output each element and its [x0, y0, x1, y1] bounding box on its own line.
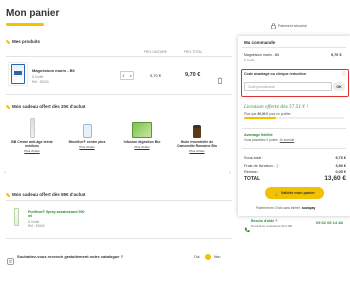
discount-row: Remise : 0,00 € — [244, 170, 346, 174]
product-image[interactable] — [8, 62, 28, 86]
secure-label: Paiement sécurisé — [278, 24, 307, 28]
fidelity-link[interactable]: Je cumule — [280, 138, 295, 142]
total-row: TOTAL 13,60 € — [244, 175, 346, 182]
gift59-image — [8, 206, 24, 228]
validate-cart-button[interactable]: 🔒 Valider mon panier — [265, 187, 324, 199]
gift-item[interactable]: Infusion digestion Bio Plus d'infos — [117, 114, 167, 149]
subtotal-row: Sous-total : 9,70 € — [244, 156, 346, 160]
quantity-select[interactable]: 1 ▾ — [120, 71, 134, 80]
unit-price: 9,70 € — [150, 73, 162, 78]
catalogue-icon — [7, 252, 14, 270]
gift-name: Micellive® centre plus — [68, 140, 106, 144]
lock-icon: 🔒 — [274, 191, 279, 196]
divider — [6, 238, 232, 239]
divider — [242, 128, 346, 129]
catalogue-no-label: Oui — [194, 255, 200, 259]
total-price: 9,70 € — [185, 72, 201, 78]
fidelity-title: Avantage fidélité — [244, 133, 273, 137]
product-ref: Réf : 33033 — [32, 80, 49, 84]
gift59-ref: Réf : 33065 — [28, 224, 45, 228]
help-title: Besoin d'aide ? — [251, 219, 278, 223]
shipping-row: Frais de livraison : ⓘ 3,90 € — [244, 164, 346, 168]
lock-icon — [271, 23, 276, 29]
gift-info-link[interactable]: Plus d'infos — [62, 145, 112, 149]
gift-image — [172, 114, 222, 138]
col-total-price: PRIX TOTAL — [184, 50, 203, 54]
order-line-sub: À l'unité — [244, 58, 255, 62]
shipping-progress-fill — [244, 117, 276, 119]
gift-item[interactable]: BB Crème anti-âge teinte médium Plus d'i… — [7, 114, 57, 153]
gift59-section-title: Mon cadeau offert dès 59€ d'achat — [6, 192, 85, 197]
help-sub: Du lundi au vendredi de 9h à 18h — [251, 224, 293, 228]
leaf-icon — [6, 104, 10, 109]
divider — [6, 56, 232, 57]
page-title: Mon panier — [6, 8, 60, 19]
product-sub: À l'unité — [32, 75, 44, 79]
gift-info-link[interactable]: Plus d'infos — [172, 149, 222, 153]
phone-icon — [244, 220, 250, 238]
free-shipping-sub: Plus que 39,00 € pour en profiter — [244, 112, 291, 116]
gift-image — [62, 114, 112, 138]
divider — [242, 47, 346, 48]
divider — [6, 94, 232, 95]
products-section-title: Mes produits — [6, 39, 40, 44]
free-shipping-message: Livraison offerte dès 57,51 € ! — [244, 104, 309, 109]
gift-item[interactable]: Micellive® centre plus Plus d'infos — [62, 114, 112, 149]
order-line-price: 9,70 € — [331, 53, 342, 57]
secure-payment: Paiement sécurisé — [271, 23, 307, 29]
scalapay-logo: scalapay — [301, 206, 316, 210]
promo-ok-button[interactable]: OK — [333, 82, 345, 91]
order-title: Ma commande — [244, 40, 276, 45]
gift-info-link[interactable]: Plus d'infos — [7, 149, 57, 153]
product-name[interactable]: Magnésium marin - B6 — [32, 68, 75, 73]
catalogue-question: Souhaitez-vous recevoir gratuitement not… — [17, 254, 124, 259]
catalogue-radio[interactable] — [205, 254, 211, 260]
info-icon[interactable]: ⓘ — [342, 71, 346, 77]
gift-name: BB Crème anti-âge teinte médium — [11, 140, 53, 149]
shipping-progress-bar — [244, 117, 344, 119]
gift20-section-title: Mon cadeau offert dès 20€ d'achat — [6, 104, 85, 109]
divider — [242, 148, 346, 149]
leaf-icon — [6, 39, 10, 44]
promo-code-input[interactable]: Code promotionnel — [244, 82, 332, 91]
info-icon[interactable]: ⓘ — [276, 164, 279, 168]
catalogue-yes-label: Non — [214, 255, 221, 259]
gift-image — [117, 114, 167, 138]
trash-icon[interactable] — [217, 71, 223, 89]
title-underline — [6, 23, 44, 26]
help-phone[interactable]: 05 62 06 14 48 — [316, 220, 343, 225]
col-unit-price: PRIX UNITAIRE — [144, 50, 167, 54]
promo-title: Code avantage ou chèque réduction — [244, 72, 306, 76]
order-line-name: Magnésium marin - B6 — [244, 53, 280, 57]
scalapay-row: Paiement en 3 fois sans intérêt scalapay — [256, 206, 316, 210]
carousel-next-icon[interactable]: › — [229, 170, 231, 176]
gift-name: Huile essentielle de Camomille Romaine B… — [176, 140, 218, 149]
leaf-icon — [6, 192, 10, 197]
fidelity-row: Vous possédez 0 points Je cumule — [244, 138, 295, 142]
gift-info-link[interactable]: Plus d'infos — [117, 145, 167, 149]
product-box-icon — [11, 64, 25, 84]
carousel-prev-icon[interactable]: ‹ — [4, 170, 6, 176]
gift-image — [7, 114, 57, 138]
gift-item[interactable]: Huile essentielle de Camomille Romaine B… — [172, 114, 222, 153]
divider — [6, 200, 232, 201]
gift-name: Infusion digestion Bio — [123, 140, 161, 144]
chevron-down-icon: ▾ — [129, 73, 132, 78]
gift59-name: Purifleur® Spray assainissant 500 ml — [28, 210, 85, 219]
